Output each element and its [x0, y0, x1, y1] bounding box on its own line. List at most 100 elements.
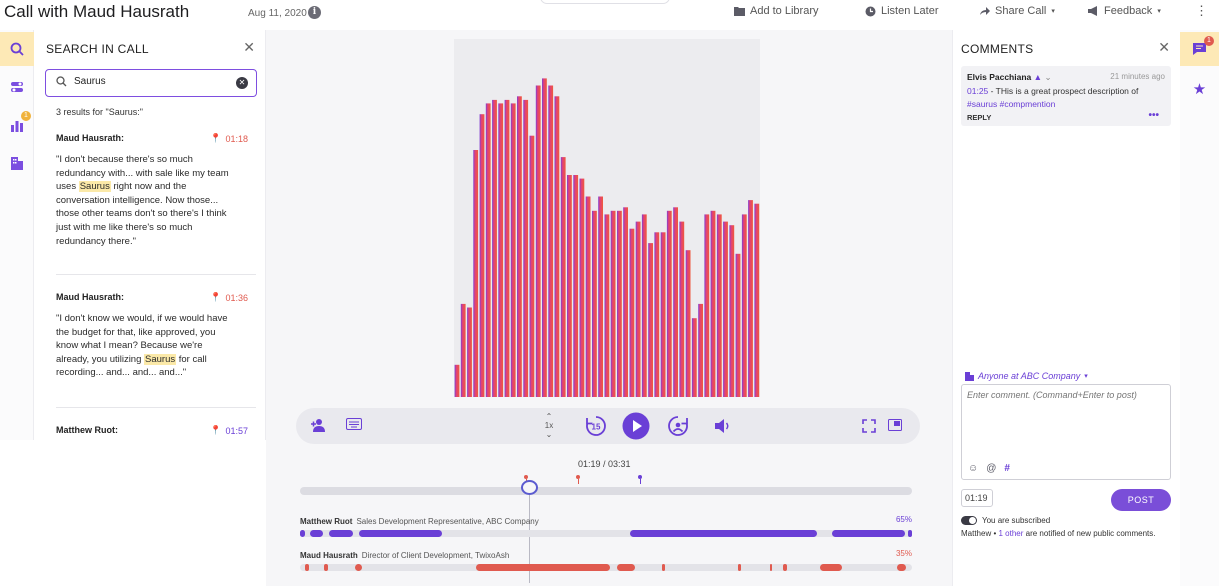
- talk-segment[interactable]: [737, 564, 741, 571]
- waveform[interactable]: [454, 39, 760, 398]
- talk-segment[interactable]: [300, 530, 305, 537]
- post-button[interactable]: POST: [1111, 489, 1171, 511]
- left-rail: 1: [0, 30, 34, 440]
- hashtag-icon[interactable]: #: [1004, 463, 1010, 474]
- audience-selector[interactable]: Anyone at ABC Company ▾: [965, 371, 1088, 381]
- chevron-down-icon[interactable]: ⌄: [542, 430, 556, 439]
- comment-author: Elvis Pacchiana ▲ ⌄: [967, 72, 1052, 83]
- result-highlight: Saurus: [78, 181, 111, 193]
- clear-search-icon[interactable]: ✕: [236, 77, 248, 89]
- comment-tags[interactable]: #saurus #compmention: [967, 99, 1055, 109]
- picture-in-picture-icon[interactable]: [888, 419, 902, 431]
- waveform-bar: [666, 210, 672, 397]
- people-toggle-icon[interactable]: [0, 70, 34, 104]
- feedback-button[interactable]: Feedback ▾: [1088, 5, 1161, 17]
- star-icon[interactable]: ★: [1180, 72, 1219, 106]
- waveform-bar: [635, 221, 641, 397]
- comment-timestamp-link[interactable]: 01:25: [967, 86, 988, 96]
- waveform-bar: [467, 307, 472, 397]
- talk-segment[interactable]: [324, 564, 329, 571]
- talk-segment[interactable]: [662, 564, 665, 571]
- clock-icon: [865, 6, 876, 16]
- player-controls: ⌃ 1x ⌄ 15: [296, 408, 920, 444]
- talk-segment[interactable]: [328, 530, 353, 537]
- playback-speed[interactable]: ⌃ 1x ⌄: [542, 412, 556, 439]
- emoji-icon[interactable]: ☺: [968, 463, 978, 474]
- stats-icon[interactable]: 1: [0, 108, 34, 142]
- close-icon[interactable]: ✕: [243, 39, 255, 56]
- volume-icon[interactable]: [714, 418, 732, 434]
- waveform-bar: [473, 150, 479, 397]
- skip-forward-button[interactable]: [666, 414, 690, 438]
- result-time: 01:57: [225, 425, 248, 436]
- comments-icon[interactable]: 1: [1180, 32, 1219, 66]
- talk-segment[interactable]: [770, 564, 773, 571]
- fullscreen-icon[interactable]: [862, 419, 876, 433]
- result-timestamp[interactable]: 📍 01:57: [210, 425, 248, 436]
- talk-segment[interactable]: [783, 564, 787, 571]
- waveform-bar: [698, 303, 703, 397]
- comment-time: 21 minutes ago: [1110, 72, 1165, 81]
- talk-segment[interactable]: [896, 564, 906, 571]
- search-box[interactable]: ✕: [45, 69, 257, 97]
- skip-back-15-button[interactable]: 15: [584, 414, 608, 438]
- talk-segment[interactable]: [476, 564, 610, 571]
- reply-button[interactable]: REPLY: [967, 113, 991, 122]
- keyboard-icon[interactable]: [346, 418, 362, 430]
- pin-icon: 📍: [210, 133, 222, 143]
- waveform-bar: [641, 214, 647, 397]
- waveform-bar: [560, 157, 566, 397]
- result-timestamp[interactable]: 📍 01:18: [210, 133, 248, 144]
- more-icon[interactable]: •••: [1148, 110, 1159, 121]
- talk-segment[interactable]: [820, 564, 843, 571]
- chevron-up-icon[interactable]: ⌃: [542, 412, 556, 421]
- comment-author-name: Elvis Pacchiana: [967, 72, 1032, 82]
- more-options-icon[interactable]: ⋮: [1195, 3, 1208, 19]
- chevron-down-icon[interactable]: ⌄: [1044, 72, 1051, 82]
- notify-others-link[interactable]: 1 other: [998, 529, 1023, 538]
- waveform-bar: [542, 78, 547, 398]
- search-input[interactable]: [74, 76, 224, 87]
- talk-segment[interactable]: [310, 530, 323, 537]
- talk-segment[interactable]: [304, 564, 310, 571]
- waveform-bar: [654, 232, 660, 397]
- search-result[interactable]: Maud Hausrath: 📍 01:36 "I don't know we …: [56, 292, 256, 380]
- comments-title: COMMENTS: [961, 42, 1034, 56]
- talk-segment[interactable]: [359, 530, 442, 537]
- speaker-talk-bar[interactable]: [300, 530, 912, 537]
- talk-segment[interactable]: [908, 530, 912, 537]
- search-result[interactable]: Matthew Ruot: 📍 01:57: [56, 425, 256, 436]
- talk-segment[interactable]: [630, 530, 818, 537]
- playhead-handle[interactable]: [520, 480, 538, 495]
- talk-segment[interactable]: [355, 564, 363, 571]
- result-time: 01:18: [225, 133, 248, 144]
- mention-icon[interactable]: @: [986, 463, 996, 474]
- subscribe-toggle[interactable]: [961, 516, 977, 525]
- waveform-bar: [529, 135, 535, 397]
- talk-segment[interactable]: [617, 564, 636, 571]
- timeline-track[interactable]: [300, 487, 912, 495]
- listen-later-button[interactable]: Listen Later: [865, 5, 938, 17]
- info-icon[interactable]: i: [308, 6, 321, 19]
- search-icon[interactable]: [0, 32, 34, 66]
- waveform-bar: [592, 210, 597, 397]
- notify-text: Matthew • 1 other are notified of new pu…: [961, 528, 1171, 540]
- participants-icon[interactable]: [310, 417, 326, 433]
- share-call-button[interactable]: Share Call ▾: [979, 5, 1055, 17]
- company-icon[interactable]: [0, 146, 34, 180]
- add-to-library-button[interactable]: Add to Library: [734, 5, 818, 17]
- close-icon[interactable]: ✕: [1158, 39, 1170, 56]
- chevron-down-icon: ▾: [1051, 8, 1055, 15]
- waveform-bar: [517, 96, 522, 398]
- comment-input[interactable]: [967, 390, 1163, 450]
- play-button[interactable]: [622, 412, 650, 440]
- talk-segment[interactable]: [832, 530, 905, 537]
- speaker-talk-bar[interactable]: [300, 564, 912, 571]
- search-result[interactable]: Maud Hausrath: 📍 01:18 "I don't because …: [56, 133, 256, 248]
- result-text: "I don't because there's so much redunda…: [56, 153, 238, 248]
- result-timestamp[interactable]: 📍 01:36: [210, 292, 248, 303]
- page-title: Call with Maud Hausrath: [4, 2, 190, 21]
- waveform-bar: [548, 85, 554, 397]
- comment-timestamp-input[interactable]: [961, 489, 993, 507]
- timeline-marker-stem: [577, 479, 579, 484]
